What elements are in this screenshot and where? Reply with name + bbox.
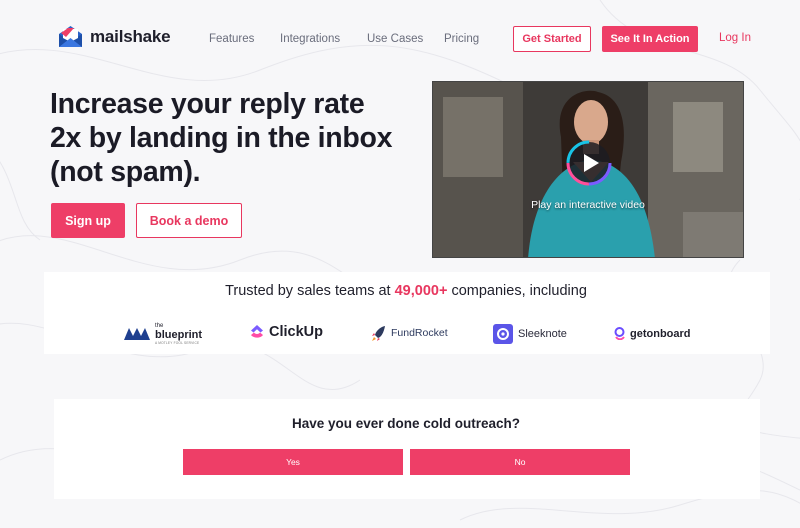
get-started-button[interactable]: Get Started — [513, 26, 591, 52]
survey-card — [54, 399, 760, 499]
logo-fundrocket: FundRocket — [372, 325, 448, 341]
landing-page: mailshake Features Integrations Use Case… — [0, 0, 800, 528]
survey-question: Have you ever done cold outreach? — [291, 416, 521, 431]
logo-the-blueprint: the blueprint A MOTLEY FOOL SERVICE — [124, 322, 202, 346]
hero-title: Increase your reply rate 2x by landing i… — [50, 87, 410, 189]
trusted-by-text: Trusted by sales teams at 49,000+ compan… — [0, 283, 800, 299]
clickup-icon — [251, 325, 263, 338]
sleeknote-wordmark: Sleeknote — [518, 328, 567, 340]
nav-integrations[interactable]: Integrations — [280, 33, 340, 45]
hero-title-line-2: 2x by landing in the inbox — [50, 122, 393, 154]
blueprint-icon — [124, 328, 150, 340]
book-demo-button[interactable]: Book a demo — [136, 203, 242, 238]
see-it-in-action-button[interactable]: See It In Action — [602, 26, 698, 52]
getonboard-wordmark: getonboard — [630, 327, 691, 340]
blueprint-word: blueprint — [155, 329, 203, 341]
rocket-icon — [372, 326, 385, 341]
sleeknote-icon — [493, 324, 513, 344]
video-caption: Play an interactive video — [531, 199, 645, 211]
survey-yes-button[interactable]: Yes — [183, 449, 403, 475]
play-icon[interactable] — [566, 140, 612, 186]
trusted-prefix: Trusted by sales teams at — [225, 283, 395, 299]
nav-features[interactable]: Features — [209, 33, 254, 45]
clickup-wordmark: ClickUp — [269, 324, 323, 340]
company-count: 49,000+ — [394, 283, 448, 299]
hero-title-line-3: (not spam). — [50, 156, 201, 188]
interactive-video[interactable]: Play an interactive video — [432, 81, 744, 258]
login-link[interactable]: Log In — [719, 32, 751, 44]
nav-use-cases[interactable]: Use Cases — [367, 33, 423, 45]
mailshake-logo[interactable]: mailshake — [57, 25, 171, 49]
nav-pricing[interactable]: Pricing — [444, 33, 479, 45]
getonboard-icon — [614, 327, 625, 340]
site-header: mailshake Features Integrations Use Case… — [0, 0, 800, 78]
envelope-logo-icon — [59, 26, 82, 47]
logo-sleeknote: Sleeknote — [493, 324, 567, 344]
survey-no-button[interactable]: No — [410, 449, 630, 475]
logo-clickup: ClickUp — [250, 324, 323, 340]
logo-wordmark: mailshake — [90, 27, 171, 46]
hero-title-line-1: Increase your reply rate — [50, 88, 365, 120]
fundrocket-wordmark: FundRocket — [391, 327, 448, 339]
trusted-suffix: companies, including — [447, 283, 587, 299]
blueprint-tagline: A MOTLEY FOOL SERVICE — [155, 341, 200, 345]
sign-up-button[interactable]: Sign up — [51, 203, 125, 238]
logo-getonboard: getonboard — [614, 327, 691, 340]
